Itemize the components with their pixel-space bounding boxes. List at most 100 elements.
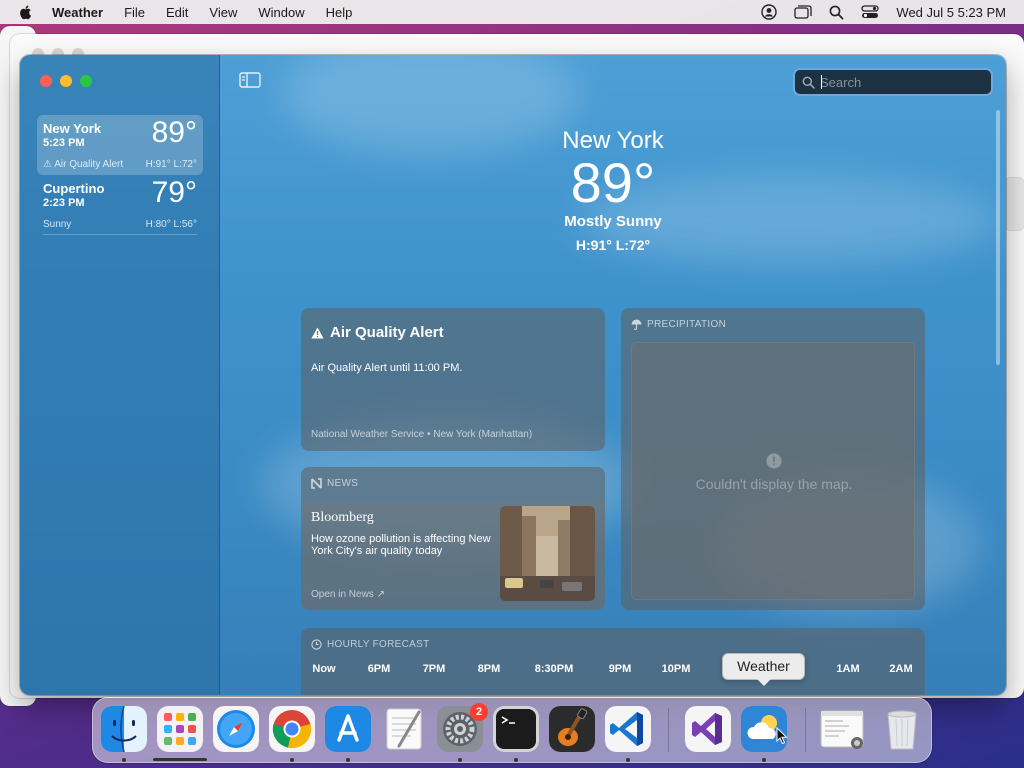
running-indicator (122, 758, 126, 762)
dock: 2 (92, 697, 932, 763)
menu-help[interactable]: Help (326, 5, 353, 20)
vscode-icon[interactable] (605, 706, 651, 752)
location-name: Cupertino (43, 181, 105, 196)
preview-window-icon[interactable] (819, 706, 865, 752)
hour-label: 10PM (661, 663, 691, 675)
garageband-icon[interactable] (549, 706, 595, 752)
background-window-right (1004, 178, 1024, 230)
warning-icon (311, 327, 324, 338)
alert-source: National Weather Service • New York (Man… (311, 429, 533, 440)
launchpad-icon[interactable] (157, 706, 203, 752)
minimize-button[interactable] (60, 75, 72, 87)
news-headline: How ozone pollution is affecting New Yor… (311, 533, 491, 557)
precipitation-map[interactable]: Couldn't display the map. (631, 342, 915, 600)
location-temp: 89° (151, 116, 197, 149)
news-icon (311, 478, 322, 489)
hourly-timeline: Now 6PM 7PM 8PM 8:30PM 9PM 10PM 1AM 2AM (301, 663, 925, 683)
news-thumbnail-image (500, 506, 595, 601)
menu-bar: Weather File Edit View Window Help Wed J… (0, 0, 1024, 24)
running-indicator (346, 758, 350, 762)
search-icon (802, 76, 815, 89)
scrollbar[interactable] (996, 110, 1000, 365)
hour-label: 8PM (477, 663, 501, 675)
location-time: 5:23 PM (43, 137, 85, 149)
umbrella-icon (631, 319, 642, 330)
textedit-icon[interactable] (381, 706, 427, 752)
open-in-news-link[interactable]: Open in News ↗ (311, 589, 385, 600)
hero-condition: Mostly Sunny (564, 213, 662, 230)
map-error-message: Couldn't display the map. (695, 476, 853, 492)
location-condition: Sunny (43, 219, 72, 230)
menu-window[interactable]: Window (258, 5, 304, 20)
alert-text: Air Quality Alert until 11:00 PM. (311, 362, 463, 374)
clock-icon (311, 639, 322, 650)
control-center-icon[interactable] (861, 5, 880, 19)
hourly-forecast-card[interactable]: HOURLY FORECAST Now 6PM 7PM 8PM 8:30PM 9… (301, 628, 925, 695)
location-name: New York (43, 121, 102, 136)
sidebar-toggle-icon[interactable] (239, 72, 261, 88)
news-header: NEWS (311, 478, 358, 489)
hour-label: Now (312, 663, 336, 675)
sidebar: New York 5:23 PM 89° ⚠ Air Quality Alert… (20, 55, 220, 695)
running-indicator (458, 758, 462, 762)
zoom-button[interactable] (80, 75, 92, 87)
precipitation-header: PRECIPITATION (631, 319, 726, 330)
dock-separator (668, 708, 669, 752)
location-high-low: H:80° L:56° (145, 219, 197, 230)
weather-window: New York 5:23 PM 89° ⚠ Air Quality Alert… (20, 55, 1006, 695)
chrome-icon[interactable] (269, 706, 315, 752)
spotlight-search-icon[interactable] (829, 5, 844, 20)
news-card[interactable]: NEWS Bloomberg How ozone pollution is af… (301, 467, 605, 610)
menu-view[interactable]: View (209, 5, 237, 20)
menu-edit[interactable]: Edit (166, 5, 188, 20)
location-time: 2:23 PM (43, 197, 85, 209)
close-button[interactable] (40, 75, 52, 87)
air-quality-alert-card[interactable]: Air Quality Alert Air Quality Alert unti… (301, 308, 605, 451)
notification-badge: 2 (470, 703, 488, 721)
running-indicator (762, 758, 766, 762)
current-conditions: New York 89° Mostly Sunny H:91° L:72° (220, 127, 1006, 253)
precipitation-card[interactable]: PRECIPITATION Couldn't display the map. (621, 308, 925, 610)
launchpad-scroll-indicator (153, 758, 207, 761)
hour-label: 8:30PM (534, 663, 574, 675)
window-controls (40, 75, 92, 87)
finder-icon[interactable] (101, 706, 147, 752)
hero-temperature: 89° (570, 151, 656, 214)
user-account-icon[interactable] (761, 4, 778, 20)
divider (43, 234, 197, 235)
hourly-header: HOURLY FORECAST (311, 639, 429, 650)
location-new-york[interactable]: New York 5:23 PM 89° ⚠ Air Quality Alert… (37, 115, 203, 175)
trash-icon[interactable] (879, 706, 925, 752)
menu-file[interactable]: File (124, 5, 145, 20)
tooltip-tail (756, 678, 772, 686)
news-publisher: Bloomberg (311, 510, 374, 525)
menu-clock[interactable]: Wed Jul 5 5:23 PM (896, 5, 1006, 20)
alert-title: Air Quality Alert (311, 324, 444, 341)
hour-label: 2AM (889, 663, 913, 675)
news-article[interactable]: Bloomberg How ozone pollution is affecti… (301, 501, 605, 610)
running-indicator (290, 758, 294, 762)
info-icon (766, 453, 782, 469)
text-cursor (821, 75, 822, 89)
search-field[interactable] (793, 68, 993, 96)
location-condition: ⚠ Air Quality Alert (43, 159, 124, 170)
hour-label: 1AM (836, 663, 860, 675)
alert-icon: ⚠ (43, 159, 55, 170)
location-high-low: H:91° L:72° (145, 159, 197, 170)
hour-label: 9PM (608, 663, 632, 675)
window-overview-icon[interactable] (794, 5, 813, 19)
running-indicator (514, 758, 518, 762)
location-cupertino[interactable]: Cupertino 2:23 PM 79° Sunny H:80° L:56° (37, 175, 203, 235)
running-indicator (626, 758, 630, 762)
dock-separator (805, 708, 806, 752)
visual-studio-icon[interactable] (685, 706, 731, 752)
app-store-icon[interactable] (325, 706, 371, 752)
terminal-icon[interactable] (493, 706, 539, 752)
dock-tooltip: Weather (722, 653, 805, 680)
safari-icon[interactable] (213, 706, 259, 752)
mouse-cursor-icon (776, 727, 788, 745)
hero-high-low: H:91° L:72° (575, 237, 651, 253)
apple-menu-icon[interactable] (18, 4, 34, 20)
menu-app-name[interactable]: Weather (52, 5, 103, 20)
search-input[interactable] (820, 74, 980, 90)
